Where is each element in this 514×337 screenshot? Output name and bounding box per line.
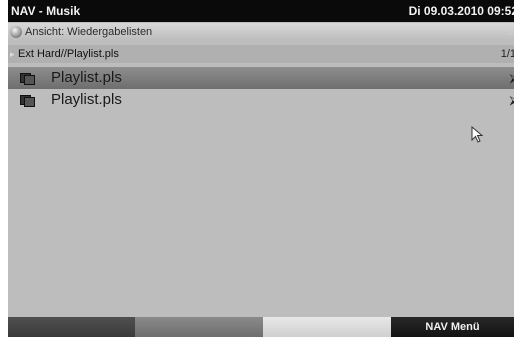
current-path: Ext Hard//Playlist.pls xyxy=(18,48,119,60)
red-function-button[interactable] xyxy=(8,317,135,337)
mouse-cursor-icon xyxy=(471,126,484,143)
view-mode-indicator: S xyxy=(508,26,514,38)
usb-icon: ⮚ xyxy=(509,71,514,85)
page-counter: 1/1 xyxy=(500,48,514,60)
list-item-label: Playlist.pls xyxy=(51,69,122,86)
file-list: Playlist.pls ⮚ Playlist.pls ⮚ xyxy=(8,67,514,111)
usb-icon: ⮚ xyxy=(509,93,514,107)
green-function-button[interactable] xyxy=(135,317,263,337)
view-mode-icon xyxy=(10,26,22,38)
screen-title: NAV - Musik xyxy=(11,4,81,18)
view-mode-bar[interactable]: Ansicht: Wiedergabelisten S xyxy=(8,23,514,41)
playlist-file-icon xyxy=(20,73,35,85)
nav-menu-button[interactable]: NAV Menü xyxy=(391,317,514,337)
list-item-label: Playlist.pls xyxy=(51,91,122,108)
date-time: Di 09.03.2010 09:52 xyxy=(408,4,514,18)
list-item[interactable]: Playlist.pls ⮚ xyxy=(8,67,514,89)
path-bar: ▸ Ext Hard//Playlist.pls 1/1 xyxy=(8,45,514,63)
yellow-function-button[interactable] xyxy=(263,317,391,337)
function-key-bar: NAV Menü xyxy=(8,317,514,337)
nav-music-screen: NAV - Musik Di 09.03.2010 09:52 Ansicht:… xyxy=(8,0,514,337)
list-item[interactable]: Playlist.pls ⮚ xyxy=(8,89,514,111)
view-mode-label: Ansicht: Wiedergabelisten xyxy=(25,26,153,38)
playlist-file-icon xyxy=(20,95,35,107)
title-bar: NAV - Musik Di 09.03.2010 09:52 xyxy=(8,0,514,22)
path-arrow-icon: ▸ xyxy=(10,49,15,59)
